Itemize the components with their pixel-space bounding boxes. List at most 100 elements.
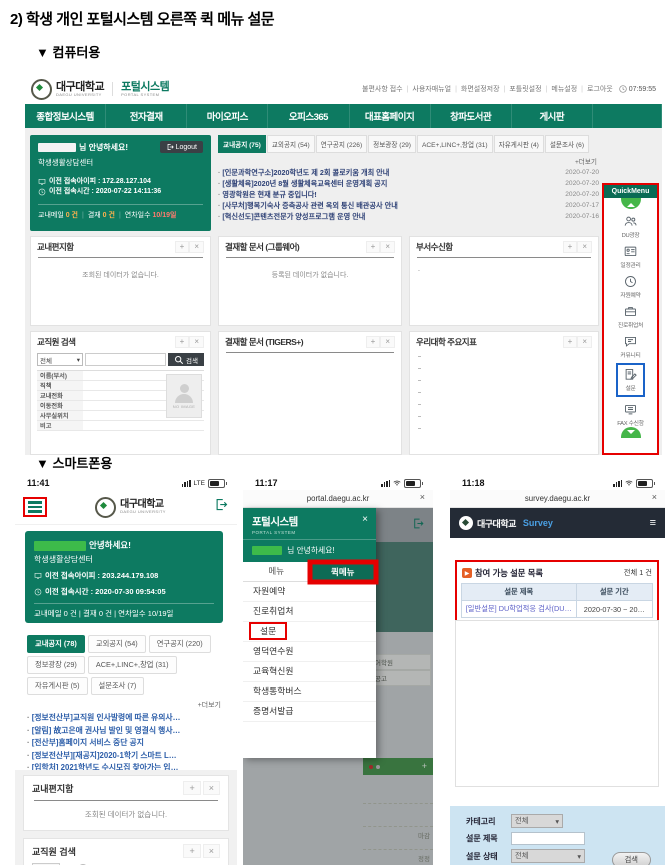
staff-search-category-select[interactable]: 전체▾ (37, 353, 83, 366)
notice-tab-campus[interactable]: 교내공지 (75) (218, 135, 266, 153)
drawer-item-shuttle-bus[interactable]: 학생통학버스 (243, 682, 376, 702)
widget-add-button[interactable]: + (183, 844, 200, 858)
widget-close-button[interactable]: × (203, 844, 220, 858)
widget-close-button[interactable]: × (189, 241, 204, 253)
quickmenu-item-community[interactable]: 커뮤니티 (620, 334, 640, 359)
widget-add-button[interactable]: + (563, 241, 578, 253)
notice-list: [정보전산부]교직원 인사발령에 따른 유의사… [알림] 故고은애 권사님 발… (27, 712, 225, 775)
widget-close-button[interactable]: × (380, 241, 395, 253)
notice-link[interactable]: [정보전산부][재공지]2020-1학기 스마트 L… (27, 750, 225, 763)
widget-close-button[interactable]: × (203, 781, 220, 795)
widget-add-button[interactable]: + (175, 336, 190, 348)
chevron-down-icon: ▾ (555, 817, 559, 826)
staff-search-input[interactable] (85, 353, 166, 366)
notice-link[interactable]: [알림] 故고은애 권사님 발인 및 영결식 행사… (27, 725, 225, 738)
notice-tab-external[interactable]: 교외공지 (54) (88, 635, 146, 653)
stat-approval[interactable]: 결재 0 건 (88, 210, 115, 220)
notice-tab-info[interactable]: 정보광장 (29) (368, 135, 416, 153)
drawer-item-career-center[interactable]: 진로취업처 (243, 602, 376, 622)
utility-link-save-screen[interactable]: 화면설정저장 (451, 84, 499, 94)
survey-annotation-red[interactable]: 설문 (249, 622, 287, 640)
notice-link[interactable]: [정보전산부]교직원 인사발령에 따른 유의사… (27, 712, 225, 725)
quickmenu-item-fax-inbox[interactable]: FAX 수신함 (617, 402, 643, 427)
utility-link-logout[interactable]: 로그아웃 (577, 84, 613, 94)
quickmenu-item-schedule[interactable]: 일정관리 (620, 244, 640, 269)
drawer-tab-menu[interactable]: 메뉴 (243, 562, 310, 582)
quickmenu-item-survey-annotation-blue[interactable]: 설문 (616, 363, 645, 397)
drawer-item-edu-innovation[interactable]: 교육혁신원 (243, 662, 376, 682)
drawer-item-certificates[interactable]: 증명서발급 (243, 702, 376, 722)
drawer-tab-quickmenu-annotation-red[interactable]: 퀵메뉴 (310, 562, 377, 582)
notice-tab-ace[interactable]: ACE+,LINC+,창업 (31) (417, 135, 493, 153)
hamburger-menu-icon[interactable]: ≡ (650, 518, 656, 529)
status-bar: 11:41 LTE (15, 476, 237, 490)
notice-link[interactable]: [인문과학연구소]2020학년도 제 2회 콜로키움 개최 안내 (218, 167, 389, 178)
notice-more-link[interactable]: +더보기 (31, 700, 221, 710)
nav-item-integrated-info[interactable]: 종합정보시스템 (25, 104, 106, 128)
widget-add-button[interactable]: + (366, 241, 381, 253)
filter-search-button[interactable]: 검색 (612, 852, 651, 865)
staff-search-button[interactable]: 검색 (168, 353, 204, 366)
nav-item-board[interactable]: 게시판 (512, 104, 593, 128)
widget-add-button[interactable]: + (366, 336, 381, 348)
notice-tab-research[interactable]: 연구공지 (220) (149, 635, 211, 653)
nav-item-office365[interactable]: 오피스365 (268, 104, 349, 128)
logout-button[interactable]: Logout (160, 141, 203, 153)
notice-tab-campus[interactable]: 교내공지 (78) (27, 635, 85, 653)
utility-link-feedback[interactable]: 불편사항 접수 (362, 84, 403, 94)
filter-category-select[interactable]: 전체▾ (511, 814, 563, 828)
hamburger-menu-icon[interactable] (28, 501, 42, 513)
close-icon[interactable]: × (420, 492, 425, 502)
widget-close-button[interactable]: × (189, 336, 204, 348)
prev-login-ip: 이전 접속아이피 : 172.28.127.104 (38, 177, 203, 187)
notice-tab-research[interactable]: 연구공지 (226) (316, 135, 368, 153)
drawer-item-resource-reservation[interactable]: 자원예약 (243, 582, 376, 602)
widget-close-button[interactable]: × (577, 241, 592, 253)
notice-tab-free[interactable]: 자유게시판 (4) (494, 135, 544, 153)
notice-more-link[interactable]: +더보기 (220, 156, 597, 166)
widget-add-button[interactable]: + (175, 241, 190, 253)
close-icon[interactable]: × (362, 515, 368, 525)
widget-campus-mailbox: 교내편지함 +× 조회된 데이터가 없습니다. (23, 775, 229, 831)
utility-link-portlet[interactable]: 포틀릿설정 (500, 84, 542, 94)
drawer-item-yeongdeok[interactable]: 영덕연수원 (243, 642, 376, 662)
notice-link[interactable]: [혁신선도]콘텐츠전문가 양성프로그램 운영 안내 (218, 211, 365, 222)
notice-tab-external[interactable]: 교외공지 (54) (267, 135, 315, 153)
utility-link-manual[interactable]: 사용자매뉴얼 (403, 84, 451, 94)
logout-icon[interactable] (214, 497, 229, 517)
filter-status-select[interactable]: 전체▾ (511, 849, 585, 863)
stat-leave[interactable]: 연차일수 10/19일 (125, 210, 177, 220)
notice-link[interactable]: [전산부]홈페이지 서비스 중단 공지 (27, 737, 225, 750)
notice-tab-survey[interactable]: 설문조사 (6) (545, 135, 589, 153)
browser-url-bar[interactable]: portal.daegu.ac.kr × (243, 490, 433, 508)
drawer-item-survey[interactable]: 설문 (243, 622, 376, 642)
stat-mail[interactable]: 교내메일 0 건 (38, 210, 78, 220)
widget-add-button[interactable]: + (183, 781, 200, 795)
quickmenu-scroll-up[interactable] (621, 198, 641, 209)
survey-link[interactable]: [일반설문] DU학업적응 검사(DU… (466, 604, 572, 613)
quickmenu-item-career-center[interactable]: 진로취업처 (618, 304, 643, 329)
url-text: portal.daegu.ac.kr (307, 494, 369, 503)
close-icon[interactable]: × (652, 492, 657, 502)
quickmenu-item-du-plaza[interactable]: DU광장 (622, 214, 640, 239)
nav-item-homepage[interactable]: 대표홈페이지 (350, 104, 431, 128)
quickmenu-scroll-down[interactable] (621, 427, 641, 438)
widget-close-button[interactable]: × (380, 336, 395, 348)
nav-item-library[interactable]: 창파도서관 (431, 104, 512, 128)
nav-item-e-approval[interactable]: 전자결재 (106, 104, 187, 128)
widget-add-button[interactable]: + (563, 336, 578, 348)
notice-link[interactable]: 영광학원은 현재 분규 중입니다! (218, 189, 317, 200)
quickmenu-item-resource-reservation[interactable]: 자원예약 (620, 274, 640, 299)
utility-link-menu-setting[interactable]: 메뉴설정 (542, 84, 578, 94)
notice-tab-free[interactable]: 자유게시판 (5) (27, 677, 88, 695)
nav-item-my-office[interactable]: 마이오피스 (187, 104, 268, 128)
widget-close-button[interactable]: × (577, 336, 592, 348)
notice-tab-ace[interactable]: ACE+,LINC+,창업 (31) (88, 656, 177, 674)
browser-url-bar[interactable]: survey.daegu.ac.kr × (450, 490, 665, 508)
notice-link[interactable]: [생활체육]2020년 8월 생활체육교육센터 운영계획 공지 (218, 178, 387, 189)
notice-tab-survey[interactable]: 설문조사 (7) (91, 677, 145, 695)
notice-tab-info[interactable]: 정보광장 (29) (27, 656, 85, 674)
notice-link[interactable]: [사무처]행복기숙사 증축공사 관련 옥외 통신 배관공사 안내 (218, 200, 398, 211)
filter-title-input[interactable] (511, 832, 585, 845)
quickmenu-panel-annotation-red: QuickMenu DU광장 일정관리 자원예약 진로취업처 (602, 183, 659, 455)
